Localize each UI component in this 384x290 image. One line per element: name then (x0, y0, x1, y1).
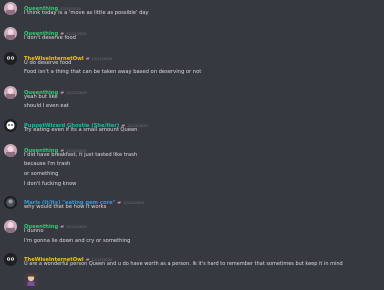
message-text: U are a wonderful person Queen and u do … (24, 261, 343, 267)
message-header: Queenthing ▰ 12/12/2020 (24, 26, 87, 37)
ghost-avatar-icon (6, 121, 15, 130)
queen-avatar-icon (6, 88, 15, 99)
message-text: I don't fucking know (24, 181, 77, 187)
timestamp: 12/12/2020 (91, 57, 113, 61)
message-header: Queenthing ▰ 12/12/2020 (24, 143, 87, 154)
queen-avatar-icon (6, 29, 15, 40)
message-text: I don't deserve food (24, 35, 76, 41)
timestamp: 12/12/2020 (66, 225, 87, 229)
message-text: Try eating even if its a small amount Qu… (24, 127, 138, 133)
pink-badge-icon: ▰ (117, 200, 122, 206)
message-text: because I'm trash (24, 161, 71, 167)
owl-avatar-icon (6, 257, 15, 261)
message-text: I think today is a 'move as little as po… (24, 10, 149, 16)
avatar[interactable] (4, 119, 17, 132)
message-header: Queenthing 12/12/2020 (24, 1, 81, 12)
message-text: I did have breakfast, it just tasted lik… (24, 152, 138, 158)
message-header: Queenthing ▰ 12/12/2020 (24, 219, 87, 230)
chat-messages: Queenthing 12/12/2020 I think today is a … (0, 0, 384, 289)
timestamp: 12/12/2020 (66, 91, 87, 95)
message-text: U do deserve food (24, 60, 72, 66)
avatar[interactable] (4, 2, 17, 15)
avatar[interactable] (4, 144, 17, 157)
timestamp: 12/12/2020 (123, 201, 144, 205)
avatar[interactable] (4, 253, 17, 266)
message-text: Food isn't a thing that can be taken awa… (24, 69, 202, 75)
maris-avatar-icon (6, 198, 15, 207)
message-text: should I even eat (24, 103, 69, 109)
avatar[interactable] (4, 86, 17, 99)
sticker-image (24, 271, 38, 286)
pink-badge-icon: ▰ (60, 90, 65, 96)
queen-avatar-icon (6, 146, 15, 157)
message-text: yeah but like (24, 94, 58, 100)
avatar[interactable] (4, 27, 17, 40)
queen-avatar-icon (6, 4, 15, 15)
avatar[interactable] (4, 52, 17, 65)
message-text: I'm gonna lie down and cry or something (24, 238, 131, 244)
message-header: PuppetWizard Ghostie (She/Her) ▰ 12/12/202… (24, 118, 148, 129)
queen-avatar-icon (6, 222, 15, 233)
avatar[interactable] (4, 220, 17, 233)
owl-avatar-icon (6, 56, 15, 60)
sticker-character-icon (24, 273, 38, 286)
pink-badge-icon: ▰ (85, 56, 90, 62)
message-text: why would that be how it works (24, 204, 107, 210)
message-header: Queenthing ▰ 12/12/2020 (24, 85, 87, 96)
message-header: TheWiseInternetOwl ▰ 12/12/2020 (24, 252, 112, 263)
message-text: I dunno (24, 228, 44, 234)
pink-badge-icon: ▰ (60, 224, 65, 230)
avatar[interactable] (4, 196, 17, 209)
message-header: Maris (It/Its) "eating gem core" ▰ 12/12/2… (24, 195, 144, 206)
message-text: or something (24, 171, 59, 177)
message-header: TheWiseInternetOwl ▰ 12/12/2020 (24, 51, 113, 62)
